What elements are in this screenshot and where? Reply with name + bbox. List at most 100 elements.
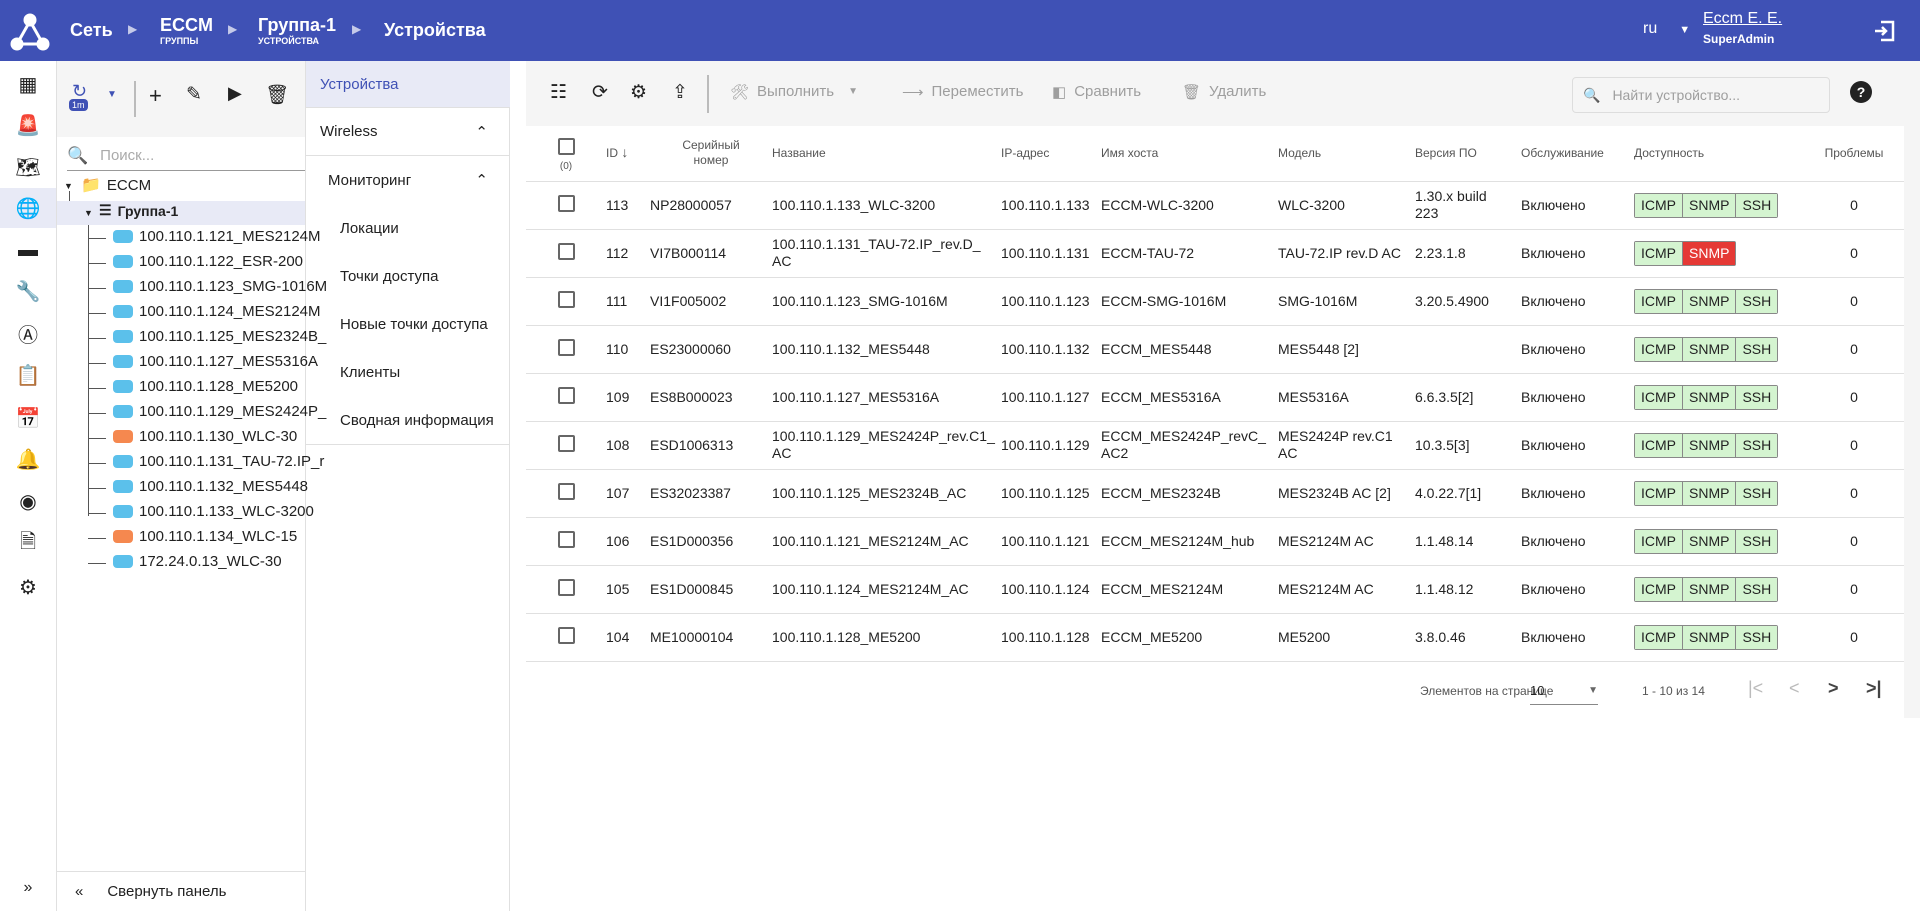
table-row[interactable]: 107 ES32023387 100.110.1.125_MES2324B_AC… xyxy=(526,469,1904,518)
logout-icon[interactable] xyxy=(1873,20,1895,42)
col-model[interactable]: Модель xyxy=(1278,126,1415,182)
gear-icon[interactable]: ⚙ xyxy=(630,81,647,104)
tree-device-node[interactable]: 100.110.1.124_MES2124M xyxy=(113,303,321,320)
delete-icon[interactable]: 🗑 xyxy=(265,83,289,107)
tree-device-node[interactable]: 100.110.1.133_WLC-3200 xyxy=(113,503,314,520)
upload-icon[interactable]: ⇪ xyxy=(672,81,688,104)
user-menu[interactable]: Eccm E. E. SuperAdmin xyxy=(1703,10,1782,46)
compare-button[interactable]: ◧ Сравнить xyxy=(1052,83,1141,101)
col-ip[interactable]: IP-адрес xyxy=(1001,126,1101,182)
col-name[interactable]: Название xyxy=(772,126,1001,182)
prev-page-icon[interactable]: < xyxy=(1789,678,1800,699)
map-icon[interactable]: 🗺 xyxy=(0,147,56,187)
row-checkbox[interactable] xyxy=(526,517,606,566)
table-row[interactable]: 109 ES8B000023 100.110.1.127_MES5316A 10… xyxy=(526,373,1904,422)
table-row[interactable]: 112 VI7B000114 100.110.1.131_TAU-72.IP_r… xyxy=(526,229,1904,278)
table-row[interactable]: 104 ME10000104 100.110.1.128_ME5200 100.… xyxy=(526,613,1904,662)
tree-device-node[interactable]: 100.110.1.131_TAU-72.IP_r xyxy=(113,453,324,470)
select-all-checkbox[interactable]: (0) xyxy=(526,126,606,182)
col-availability[interactable]: Доступность xyxy=(1634,126,1804,182)
tree-search-input[interactable]: 🔍 Поиск... xyxy=(67,141,305,171)
move-button[interactable]: ⟶ Переместить xyxy=(902,83,1023,101)
col-service[interactable]: Обслуживание xyxy=(1521,126,1634,182)
refresh-button[interactable]: ↻ 1m xyxy=(69,81,95,115)
col-serial[interactable]: Серийный номер xyxy=(650,126,772,182)
nav-devices[interactable]: Устройства xyxy=(306,61,510,108)
table-row[interactable]: 106 ES1D000356 100.110.1.121_MES2124M_AC… xyxy=(526,517,1904,566)
row-checkbox[interactable] xyxy=(526,181,606,230)
table-row[interactable]: 113 NP28000057 100.110.1.133_WLC-3200 10… xyxy=(526,181,1904,230)
app-logo-icon[interactable] xyxy=(10,12,50,52)
tree-device-node[interactable]: 100.110.1.125_MES2324B_ xyxy=(113,328,326,345)
delete-button[interactable]: 🗑 Удалить xyxy=(1182,83,1266,101)
log-icon[interactable]: 🗎 xyxy=(0,524,56,564)
row-checkbox[interactable] xyxy=(526,229,606,278)
table-row[interactable]: 105 ES1D000845 100.110.1.124_MES2124M_AC… xyxy=(526,565,1904,614)
tree-node-group[interactable]: ☰ Группа-1 xyxy=(99,202,178,219)
tree-device-node[interactable]: 100.110.1.127_MES5316A xyxy=(113,353,318,370)
col-problems[interactable]: Проблемы xyxy=(1804,126,1904,182)
tree-device-node[interactable]: 100.110.1.134_WLC-15 xyxy=(113,528,297,545)
filter-settings-icon[interactable]: ☷ xyxy=(550,81,567,104)
table-row[interactable]: 108 ESD1006313 100.110.1.129_MES2424P_re… xyxy=(526,421,1904,470)
tree-device-node[interactable]: 172.24.0.13_WLC-30 xyxy=(113,553,282,570)
breadcrumb-group[interactable]: Группа-1 устройства xyxy=(258,0,336,61)
tree-device-node[interactable]: 100.110.1.129_MES2424P_ xyxy=(113,403,326,420)
nav-clients[interactable]: Клиенты xyxy=(306,348,510,396)
col-hostname[interactable]: Имя хоста xyxy=(1101,126,1278,182)
row-checkbox[interactable] xyxy=(526,373,606,422)
row-checkbox[interactable] xyxy=(526,421,606,470)
expand-icon[interactable]: » xyxy=(0,868,56,908)
nav-summary[interactable]: Сводная информация xyxy=(306,396,510,445)
nav-monitoring[interactable]: Мониторинг ⌃ xyxy=(306,156,510,204)
network-globe-icon[interactable]: 🌐 xyxy=(0,188,56,228)
tree-device-node[interactable]: 100.110.1.121_MES2124M xyxy=(113,228,321,245)
cell-name[interactable]: 100.110.1.128_ME5200 xyxy=(772,613,1001,662)
nav-locations[interactable]: Локации xyxy=(306,204,510,252)
cell-name[interactable]: 100.110.1.129_MES2424P_rev.C1_ AC xyxy=(772,421,1001,470)
row-checkbox[interactable] xyxy=(526,565,606,614)
device-search-input[interactable]: 🔍 Найти устройство... xyxy=(1572,77,1830,113)
edit-pencil-icon[interactable]: ✎ xyxy=(186,83,202,106)
nav-wireless[interactable]: Wireless ⌃ xyxy=(306,108,510,156)
breadcrumb-eccm[interactable]: ECCM группы xyxy=(160,0,213,61)
col-firmware[interactable]: Версия ПО xyxy=(1415,126,1521,182)
expand-arrow-icon[interactable]: ▼ xyxy=(84,208,93,218)
language-select[interactable]: ru ▼ xyxy=(1643,20,1690,38)
cell-name[interactable]: 100.110.1.133_WLC-3200 xyxy=(772,181,1001,230)
collapse-panel-button[interactable]: « Свернуть панель xyxy=(57,871,306,911)
help-icon[interactable]: ? xyxy=(1850,81,1872,103)
last-page-icon[interactable]: >| xyxy=(1866,678,1882,699)
nav-new-access-points[interactable]: Новые точки доступа xyxy=(306,300,510,348)
alarm-icon[interactable]: 🚨 xyxy=(0,105,56,145)
tree-node-eccm[interactable]: 📁 ECCM xyxy=(69,175,151,195)
wrench-icon[interactable]: 🔧 xyxy=(0,271,56,311)
cell-name[interactable]: 100.110.1.123_SMG-1016M xyxy=(772,277,1001,326)
first-page-icon[interactable]: |< xyxy=(1748,678,1763,699)
bell-icon[interactable]: 🔔 xyxy=(0,439,56,479)
tree-device-node[interactable]: 100.110.1.132_MES5448 xyxy=(113,478,308,495)
tree-device-node[interactable]: 100.110.1.130_WLC-30 xyxy=(113,428,297,445)
settings-icon[interactable]: ⚙ xyxy=(0,567,56,607)
user-name[interactable]: Eccm E. E. xyxy=(1703,10,1782,28)
cell-name[interactable]: 100.110.1.127_MES5316A xyxy=(772,373,1001,422)
nav-access-points[interactable]: Точки доступа xyxy=(306,252,510,300)
table-row[interactable]: 111 VI1F005002 100.110.1.123_SMG-1016M 1… xyxy=(526,277,1904,326)
move-folder-icon[interactable]: ▶ xyxy=(228,83,242,104)
cell-name[interactable]: 100.110.1.125_MES2324B_AC xyxy=(772,469,1001,518)
tree-device-node[interactable]: 100.110.1.128_ME5200 xyxy=(113,378,298,395)
col-id[interactable]: ID ↓ xyxy=(606,126,650,182)
dashboard-icon[interactable]: ▦ xyxy=(0,64,56,104)
row-checkbox[interactable] xyxy=(526,325,606,374)
cell-name[interactable]: 100.110.1.132_MES5448 xyxy=(772,325,1001,374)
auto-settings-icon[interactable]: Ⓐ xyxy=(0,313,56,353)
tree-node-group-selected[interactable] xyxy=(57,201,305,225)
calendar-icon[interactable]: 📅 xyxy=(0,398,56,438)
cell-name[interactable]: 100.110.1.131_TAU-72.IP_rev.D_ AC xyxy=(772,229,1001,278)
cell-name[interactable]: 100.110.1.124_MES2124M_AC xyxy=(772,565,1001,614)
clipboard-icon[interactable]: 📋 xyxy=(0,355,56,395)
page-size-select[interactable]: 10 ▼ xyxy=(1530,677,1598,705)
tree-device-node[interactable]: 100.110.1.123_SMG-1016M xyxy=(113,278,327,295)
execute-button[interactable]: 🛠 Выполнить ▼ xyxy=(730,83,858,101)
store-icon[interactable]: ▬ xyxy=(0,230,56,270)
